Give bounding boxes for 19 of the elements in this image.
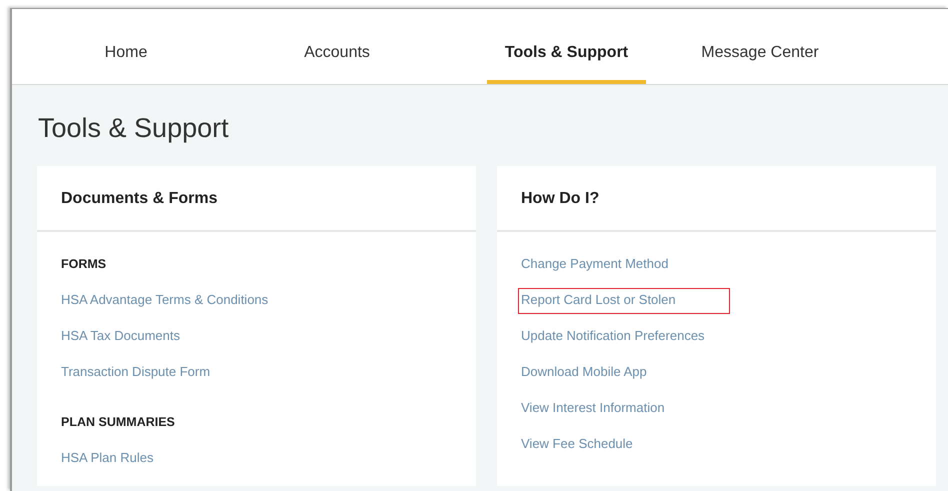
nav-tab[interactable]: Message Center — [680, 40, 840, 84]
link[interactable]: HSA Plan Rules — [61, 448, 154, 468]
section-heading: FORMS — [61, 256, 106, 273]
link[interactable]: View Interest Information — [521, 398, 665, 418]
card-title: How Do I? — [521, 189, 600, 209]
link[interactable]: Transaction Dispute Form — [61, 362, 210, 382]
card-title: Documents & Forms — [61, 189, 218, 209]
link[interactable]: View Fee Schedule — [521, 434, 633, 454]
link[interactable]: Report Card Lost or Stolen — [521, 290, 676, 310]
link[interactable]: Change Payment Method — [521, 254, 668, 274]
section-heading: PLAN SUMMARIES — [61, 414, 175, 431]
nav-tab[interactable]: Home — [46, 40, 206, 84]
page-title: Tools & Support — [38, 112, 229, 145]
nav-tab[interactable]: Tools & Support — [487, 40, 646, 84]
link[interactable]: Download Mobile App — [521, 362, 647, 382]
link[interactable]: Update Notification Preferences — [521, 326, 705, 346]
nav-tab[interactable]: Accounts — [257, 40, 417, 84]
link[interactable]: HSA Tax Documents — [61, 326, 180, 346]
link[interactable]: HSA Advantage Terms & Conditions — [61, 290, 268, 310]
